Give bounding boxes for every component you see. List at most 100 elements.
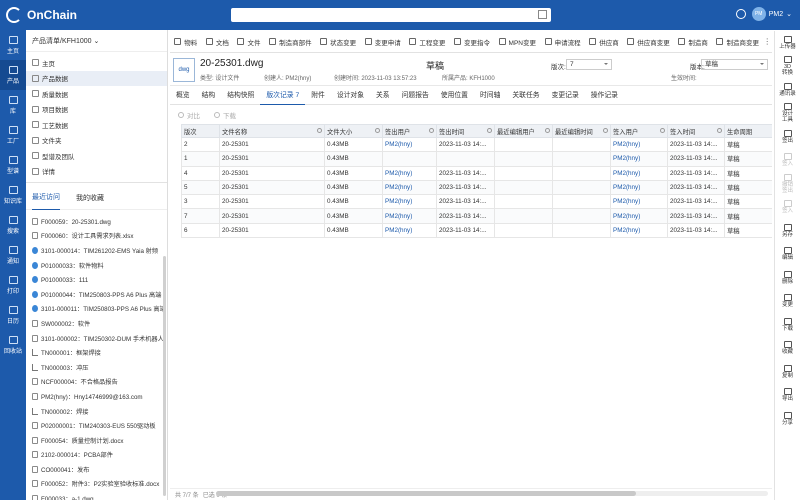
tab-6[interactable]: 关系 <box>370 87 396 105</box>
right-action-1[interactable]: 3D 转换 <box>775 55 800 79</box>
rail-item-10[interactable]: 回收站 <box>0 330 26 360</box>
filter-search-icon[interactable] <box>660 128 665 133</box>
list-item[interactable]: P02000001：TIM240303-EUS 550驱动板 <box>26 418 167 433</box>
list-item[interactable]: P01000033：软件物料 <box>26 258 167 273</box>
toolbar-button-2[interactable]: 文件 <box>233 37 265 47</box>
list-item[interactable]: 2102-000014：PCBA部件 <box>26 448 167 463</box>
list-item[interactable]: P01000044：TIM250803-PPS A6 Plus 高端 <box>26 287 167 302</box>
tab-0[interactable]: 概览 <box>170 87 196 105</box>
right-action-9[interactable]: 编辑 <box>775 243 800 267</box>
tab-5[interactable]: 设计对象 <box>331 87 370 105</box>
table-cell[interactable]: PM2(hny) <box>382 222 437 239</box>
list-item[interactable]: F000052：附件3：P2实验室验收标准.docx <box>26 477 167 492</box>
right-action-12[interactable]: 下载 <box>775 313 800 337</box>
global-search-input[interactable] <box>231 8 551 22</box>
table-cell[interactable]: PM2(hny) <box>610 151 668 167</box>
tab-3[interactable]: 版次记录 7 <box>260 87 306 105</box>
tree-item[interactable]: 文件夹 <box>26 133 167 149</box>
toolbar-button-10[interactable]: 供应商 <box>585 37 623 47</box>
column-header[interactable]: 签出用户 <box>382 124 437 138</box>
list-item[interactable]: PM2(hny)：Hny14746999@163.com <box>26 389 167 404</box>
list-item[interactable]: CO000041：发布 <box>26 462 167 477</box>
table-row[interactable]: 2 20-25301 0.43MB PM2(hny) 2023-11-03 14:...… <box>181 136 772 153</box>
tree-item[interactable]: 详情 <box>26 164 167 180</box>
rail-item-4[interactable]: 型谱 <box>0 150 26 180</box>
column-header[interactable]: 签出时间 <box>436 124 495 138</box>
list-item[interactable]: F000054：质量控制计划.docx <box>26 433 167 448</box>
toolbar-button-0[interactable]: 物料 <box>170 37 202 47</box>
table-cell[interactable]: PM2(hny) <box>382 165 437 181</box>
tab-7[interactable]: 问题报告 <box>396 87 435 105</box>
tree-item[interactable]: 项目数据 <box>26 102 167 118</box>
rail-item-3[interactable]: 工厂 <box>0 120 26 150</box>
column-header[interactable]: 最近编辑时间 <box>552 124 611 138</box>
right-action-15[interactable]: 导出 <box>775 384 800 408</box>
right-action-4[interactable]: 签出 <box>775 125 800 149</box>
tab-4[interactable]: 附件 <box>305 87 331 105</box>
list-item[interactable]: 3101-000002：TIM250302-DUM 手术机器人 <box>26 331 167 346</box>
rail-item-1[interactable]: 产品 <box>0 60 26 90</box>
right-action-2[interactable]: 通讯录 <box>775 78 800 102</box>
table-cell[interactable] <box>382 151 437 167</box>
revision-select[interactable]: 草稿 <box>701 59 768 70</box>
list-item[interactable]: SW000002：软件 <box>26 316 167 331</box>
toolbar-button-4[interactable]: 状态变更 <box>316 37 361 47</box>
logo[interactable]: OnChain <box>0 7 120 23</box>
table-cell[interactable]: PM2(hny) <box>610 165 668 181</box>
list-item[interactable]: TN000002：焊接 <box>26 404 167 419</box>
toolbar-button-8[interactable]: MPN变更 <box>494 37 540 47</box>
right-action-16[interactable]: 分享 <box>775 407 800 431</box>
right-action-0[interactable]: 上传器 <box>775 31 800 55</box>
toolbar-button-7[interactable]: 变更指令 <box>450 37 495 47</box>
right-action-3[interactable]: 设计 工具 <box>775 102 800 126</box>
rail-item-7[interactable]: 通知 <box>0 240 26 270</box>
tab-11[interactable]: 变更记录 <box>546 87 585 105</box>
filter-search-icon[interactable] <box>375 128 380 133</box>
column-header[interactable]: 文件名称 <box>219 124 325 138</box>
tab-2[interactable]: 结构快照 <box>221 87 260 105</box>
rail-item-9[interactable]: 日历 <box>0 300 26 330</box>
column-header[interactable]: 签入用户 <box>610 124 668 138</box>
filter-search-icon[interactable] <box>717 128 722 133</box>
table-cell[interactable]: PM2(hny) <box>610 136 668 153</box>
tree-item[interactable]: 产品数据 <box>26 70 167 86</box>
tab-10[interactable]: 关联任务 <box>506 87 545 105</box>
tab-recent-1[interactable]: 我的收藏 <box>76 186 104 210</box>
table-cell[interactable]: PM2(hny) <box>610 194 668 210</box>
right-action-14[interactable]: 复制 <box>775 360 800 384</box>
table-cell[interactable]: PM2(hny) <box>382 136 437 153</box>
filter-search-icon[interactable] <box>429 128 434 133</box>
toolbar-button-1[interactable]: 文档 <box>202 37 234 47</box>
right-action-10[interactable]: 删除 <box>775 266 800 290</box>
table-cell[interactable]: PM2(hny) <box>382 208 437 224</box>
compare-button[interactable]: 对比 <box>178 110 200 120</box>
table-row[interactable]: 5 20-25301 0.43MB PM2(hny) 2023-11-03 14:...… <box>181 179 772 196</box>
list-item[interactable]: F000033：a-1.dwg <box>26 491 167 500</box>
tab-9[interactable]: 时间轴 <box>474 87 506 105</box>
filter-search-icon[interactable] <box>317 128 322 133</box>
filter-search-icon[interactable] <box>545 128 550 133</box>
toolbar-button-5[interactable]: 变更申请 <box>360 37 405 47</box>
table-cell[interactable]: PM2(hny) <box>610 222 668 239</box>
column-header[interactable]: 文件大小 <box>324 124 383 138</box>
toolbar-button-13[interactable]: 制造商变更 <box>712 37 763 47</box>
table-cell[interactable]: PM2(hny) <box>382 179 437 196</box>
right-action-11[interactable]: 变更 <box>775 290 800 314</box>
gear-icon[interactable] <box>735 9 746 19</box>
rail-item-6[interactable]: 搜索 <box>0 210 26 240</box>
tab-recent-0[interactable]: 最近访问 <box>32 185 60 210</box>
list-item[interactable]: TN000001：框架焊接 <box>26 345 167 360</box>
user-menu[interactable]: PM PM2 ⌄ <box>751 7 792 21</box>
filter-search-icon[interactable] <box>487 128 492 133</box>
toolbar-button-9[interactable]: 申请流程 <box>540 37 585 47</box>
tree-item[interactable]: 工艺数据 <box>26 117 167 133</box>
version-select[interactable]: 7 <box>566 59 612 70</box>
tree-item[interactable]: 主页 <box>26 55 167 71</box>
right-action-8[interactable]: 另存 <box>775 219 800 243</box>
rail-item-0[interactable]: 主页 <box>0 30 26 60</box>
download-button[interactable]: 下载 <box>214 110 236 120</box>
tab-1[interactable]: 结构 <box>196 87 222 105</box>
list-item[interactable]: 3101-000011：TIM250803-PPS A6 Plus 高端 <box>26 302 167 317</box>
horizontal-scrollbar[interactable] <box>216 491 768 496</box>
table-row[interactable]: 4 20-25301 0.43MB PM2(hny) 2023-11-03 14:...… <box>181 165 772 181</box>
